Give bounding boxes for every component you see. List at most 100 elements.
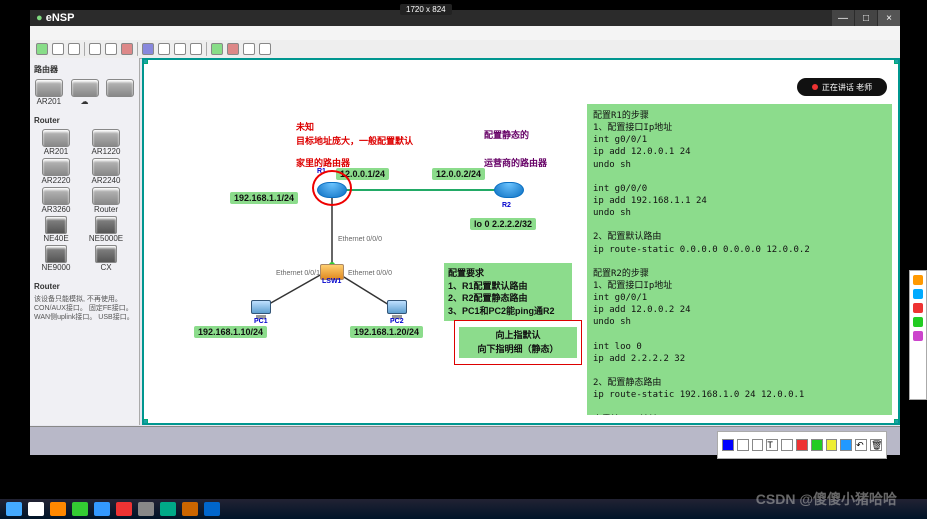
palette-device[interactable]: AR201: [34, 129, 78, 156]
port-label: Ethernet 0/0/0: [348, 270, 392, 277]
taskbar-app[interactable]: [204, 502, 220, 516]
palette-device[interactable]: AR201: [34, 79, 64, 106]
tool-icon[interactable]: [36, 43, 48, 55]
info-panel-title: Router: [34, 282, 135, 291]
tool-icon[interactable]: [913, 275, 923, 285]
app-window: ● eNSP — □ × 路由器 AR201 ☁ R: [30, 10, 900, 455]
resize-handle[interactable]: [894, 419, 900, 425]
menubar[interactable]: [30, 26, 900, 41]
undo-icon[interactable]: ↶: [855, 439, 867, 451]
taskbar-app[interactable]: [72, 502, 88, 516]
port-label: Ethernet 0/0/1: [276, 270, 320, 277]
ip-label: 192.168.1.20/24: [350, 326, 423, 338]
ip-label: 192.168.1.1/24: [230, 192, 298, 204]
separator: [84, 42, 85, 56]
palette-device[interactable]: NE5000E: [84, 216, 128, 243]
color-green[interactable]: [811, 439, 823, 451]
tool-icon[interactable]: [243, 43, 255, 55]
annotation-text: 运营商的路由器: [484, 156, 547, 169]
ip-label: 192.168.1.10/24: [194, 326, 267, 338]
taskbar-app[interactable]: [160, 502, 176, 516]
requirements-box: 配置要求 1、R1配置默认路由 2、R2配置静态路由 3、PC1和PC2能pin…: [444, 263, 572, 321]
watermark: CSDN @傻傻小猪哈哈: [756, 489, 897, 509]
recording-toast: 正在讲话 老师: [797, 78, 887, 96]
toolbar: [30, 40, 900, 59]
tool-icon[interactable]: [68, 43, 80, 55]
stop-icon[interactable]: [227, 43, 239, 55]
palette-device[interactable]: NE40E: [34, 216, 78, 243]
start-icon[interactable]: [211, 43, 223, 55]
palette-header: 路由器: [34, 64, 135, 75]
device-palette: 路由器 AR201 ☁ Router AR201AR1220 AR2220AR2…: [30, 58, 140, 425]
topology-canvas[interactable]: 未知 目标地址庞大，一般配置默认 家里的路由器 配置静态的 运营商的路由器 19…: [142, 58, 900, 425]
palette-device[interactable]: AR2240: [84, 158, 128, 185]
tool-icon[interactable]: [52, 43, 64, 55]
palette-device[interactable]: CX: [84, 245, 128, 272]
resize-handle[interactable]: [142, 58, 148, 64]
config-steps-panel: 配置R1的步骤 1、配置接口Ip地址 int g0/0/1 ip add 12.…: [587, 104, 892, 415]
palette-device[interactable]: AR3260: [34, 187, 78, 214]
resize-handle[interactable]: [142, 419, 148, 425]
titlebar: ● eNSP — □ ×: [30, 10, 900, 26]
search-icon[interactable]: [28, 502, 44, 516]
device-label: PC2: [390, 318, 404, 325]
tool-icon[interactable]: [158, 43, 170, 55]
taskbar-app[interactable]: [116, 502, 132, 516]
separator: [206, 42, 207, 56]
device-label: LSW1: [322, 278, 341, 285]
tool-icon[interactable]: [913, 289, 923, 299]
tool-icon[interactable]: [913, 331, 923, 341]
side-tool-panel[interactable]: [909, 270, 927, 400]
tool-icon[interactable]: [913, 303, 923, 313]
taskbar-app[interactable]: [182, 502, 198, 516]
tool-icon[interactable]: [89, 43, 101, 55]
annotation-text: 未知: [296, 120, 314, 133]
tool-icon[interactable]: [142, 43, 154, 55]
device-label: PC1: [254, 318, 268, 325]
taskbar-app[interactable]: [50, 502, 66, 516]
color-yellow[interactable]: [826, 439, 838, 451]
taskbar-app[interactable]: [138, 502, 154, 516]
palette-device[interactable]: [105, 79, 135, 106]
trash-icon[interactable]: 🗑: [870, 439, 882, 451]
annotation-text: 目标地址庞大，一般配置默认: [296, 134, 413, 147]
highlight-ring: [312, 170, 352, 206]
palette-subheader: Router: [34, 116, 135, 125]
color-blue[interactable]: [840, 439, 852, 451]
text-icon[interactable]: T: [766, 439, 778, 451]
hint-box: 向上指默认 向下指明细（静态）: [454, 320, 582, 365]
palette-device[interactable]: AR1220: [84, 129, 128, 156]
tool-icon[interactable]: [259, 43, 271, 55]
palette-device[interactable]: Router: [84, 187, 128, 214]
color-red[interactable]: [796, 439, 808, 451]
maximize-button[interactable]: □: [855, 10, 877, 26]
minimize-button[interactable]: —: [832, 10, 854, 26]
start-button[interactable]: [6, 502, 22, 516]
annotation-toolbar[interactable]: T ↶ 🗑: [717, 431, 887, 459]
palette-device[interactable]: AR2220: [34, 158, 78, 185]
tool-icon[interactable]: [121, 43, 133, 55]
tool-icon[interactable]: [105, 43, 117, 55]
highlighter-icon[interactable]: [752, 439, 764, 451]
taskbar-app[interactable]: [94, 502, 110, 516]
pointer-icon[interactable]: [722, 439, 734, 451]
port-label: Ethernet 0/0/0: [338, 236, 382, 243]
palette-device[interactable]: ☁: [70, 79, 100, 106]
app-logo: ● eNSP: [36, 12, 74, 24]
tool-icon[interactable]: [174, 43, 186, 55]
info-panel-text: 该设备只能模拟, 不再使用。 CON/AUX接口。 固定FE接口。 WAN侧up…: [34, 295, 135, 322]
capture-size-badge: 1720 x 824: [400, 4, 452, 15]
ip-label: 12.0.0.2/24: [432, 168, 485, 180]
palette-device[interactable]: NE9000: [34, 245, 78, 272]
resize-handle[interactable]: [894, 58, 900, 64]
pen-icon[interactable]: [737, 439, 749, 451]
annotation-text: 配置静态的: [484, 128, 529, 141]
separator: [137, 42, 138, 56]
ip-label: lo 0 2.2.2.2/32: [470, 218, 536, 230]
tool-icon[interactable]: [913, 317, 923, 327]
tool-icon[interactable]: [190, 43, 202, 55]
close-button[interactable]: ×: [878, 10, 900, 26]
device-label: R2: [502, 202, 511, 209]
router-r2[interactable]: [494, 178, 524, 200]
shape-icon[interactable]: [781, 439, 793, 451]
